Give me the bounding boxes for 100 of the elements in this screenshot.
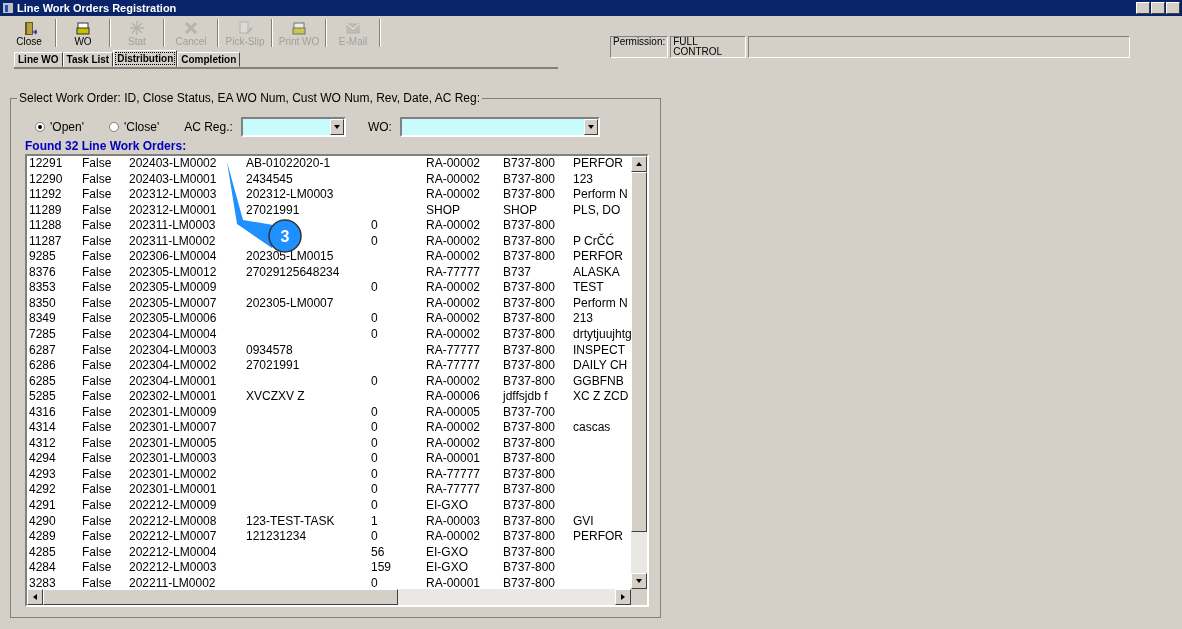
list-cell-text: 202302-LM0001	[129, 389, 218, 405]
list-cell-text: 202212-LM0007	[129, 529, 218, 545]
list-cell-text: 8349	[29, 311, 57, 327]
scroll-right-button[interactable]	[615, 589, 631, 605]
list-cell-text: False	[82, 311, 113, 327]
document-icon	[237, 20, 253, 36]
list-cell-text: B737-800	[503, 420, 557, 436]
list-cell-text: False	[82, 498, 113, 514]
list-cell-text: 0	[371, 218, 379, 234]
scroll-down-button[interactable]	[631, 573, 647, 589]
tab[interactable]: Line WO	[14, 52, 63, 67]
list-cell-text: 0	[371, 575, 379, 589]
list-cell-text: 27021991	[246, 358, 301, 374]
tab[interactable]: Completion	[177, 52, 241, 67]
list-cell-text: 11289	[29, 202, 63, 219]
list-cell-text: 0	[371, 529, 379, 545]
list-cell-text: B737-800	[503, 498, 557, 514]
restore-button[interactable]	[1151, 2, 1165, 14]
list-cell-text: 12290	[29, 171, 64, 188]
list-cell-text: 0	[371, 404, 379, 421]
list-cell-text: 202212-LM0009	[129, 498, 218, 514]
list-cell-text: False	[82, 373, 113, 390]
list-cell-text: 202312-LM0003	[129, 187, 218, 203]
list-cell-text: 213	[573, 311, 595, 327]
scrollbar-thumb[interactable]	[43, 589, 398, 605]
work-order-list[interactable]	[25, 154, 649, 607]
list-cell-text: RA-00006	[426, 389, 482, 405]
cross-icon	[183, 20, 199, 36]
list-cell-text: GGBFNB	[573, 373, 625, 390]
list-cell-text: RA-00002	[426, 373, 482, 390]
wo-dropdown[interactable]	[399, 117, 600, 137]
list-cell-text: EI-GXO	[426, 560, 469, 576]
list-cell-text: 12291	[29, 156, 64, 172]
list-cell-text: False	[82, 218, 113, 234]
list-cell-text: RA-00002	[426, 280, 482, 296]
list-cell-text: 202301-LM0002	[129, 466, 218, 483]
list-cell-text: 202305-LM0009	[129, 280, 218, 296]
list-cell-text: 11288	[29, 218, 63, 234]
list-cell-text: 8350	[29, 295, 57, 312]
list-cell-text: 4285	[29, 544, 57, 561]
list-cell-text: RA-00002	[426, 187, 482, 203]
list-cell-text: RA-00002	[426, 218, 482, 234]
list-cell-text: jdffsjdb f	[503, 389, 549, 405]
tab[interactable]: Task List	[62, 52, 114, 67]
list-cell-text: 202312-LM0001	[129, 202, 218, 219]
list-cell-text: RA-00002	[426, 295, 482, 312]
toolbar-button[interactable]: WO	[58, 18, 108, 48]
list-cell-text: RA-00002	[426, 233, 482, 250]
app-icon	[2, 2, 14, 14]
list-cell-text: 123	[573, 171, 595, 188]
ac-reg-dropdown[interactable]	[240, 117, 346, 137]
toolbar-button[interactable]: Close	[4, 18, 54, 48]
list-cell-text: 0	[371, 466, 379, 483]
arrow-left-icon	[31, 593, 39, 601]
list-cell-text: 7285	[29, 327, 57, 343]
radio-option[interactable]: 'Close'	[108, 120, 160, 134]
list-cell-text: 6286	[29, 358, 57, 374]
close-button[interactable]	[1166, 2, 1180, 14]
list-cell-text: 202305-LM0006	[129, 311, 218, 327]
list-cell-text: False	[82, 156, 113, 172]
scroll-left-button[interactable]	[27, 589, 43, 605]
list-cell-text: 1	[371, 513, 379, 530]
list-cell-text: B737-800	[503, 373, 557, 390]
list-cell-text: P CrČĆ	[573, 233, 616, 250]
list-cell-text: 27021991	[246, 202, 301, 219]
list-cell-text: SHOP	[426, 202, 461, 219]
list-cell-text: 0	[371, 280, 379, 296]
list-cell-text: 6285	[29, 373, 57, 390]
list-cell-text: 0	[371, 498, 379, 514]
scroll-up-button[interactable]	[631, 156, 647, 172]
list-cell-text: B737-800	[503, 187, 557, 203]
list-cell-text: B737-800	[503, 249, 557, 265]
minimize-button[interactable]	[1136, 2, 1150, 14]
list-cell-text: 202305-LM0007	[246, 295, 335, 312]
list-cell-text: 202301-LM0009	[129, 404, 218, 421]
permission-label: Permission:	[610, 36, 669, 58]
list-cell-text: 4291	[29, 498, 57, 514]
list-cell-text: False	[82, 404, 113, 421]
list-cell-text: B737-800	[503, 575, 557, 589]
list-cell-text: SHOP	[503, 202, 538, 219]
list-cell-text: RA-77777	[426, 466, 482, 483]
field-label: WO:	[367, 120, 392, 134]
list-cell-text: XC Z ZCD	[573, 389, 630, 405]
tab[interactable]: Distribution	[113, 50, 178, 67]
list-cell-text: False	[82, 280, 113, 296]
list-cell-text: RA-00002	[426, 171, 482, 188]
list-cell-text: 202311-LM0003	[129, 218, 217, 234]
list-cell-text: False	[82, 529, 113, 545]
arrow-right-icon	[619, 593, 627, 601]
list-cell-text: RA-00002	[426, 420, 482, 436]
list-cell-text: 0	[371, 420, 379, 436]
envelope-icon	[345, 20, 361, 36]
group-title: Select Work Order: ID, Close Status, EA WO Num, Cust WO Num, Rev, Date, AC Reg:	[17, 91, 482, 105]
list-cell-text: RA-77777	[426, 264, 482, 281]
list-cell-text: B737-800	[503, 482, 557, 499]
list-cell-text: 4290	[29, 513, 57, 530]
scrollbar-thumb[interactable]	[631, 172, 647, 532]
list-cell-text: 4293	[29, 466, 57, 483]
radio-option[interactable]: 'Open'	[35, 120, 84, 134]
list-cell-text: Perform N	[573, 295, 629, 312]
